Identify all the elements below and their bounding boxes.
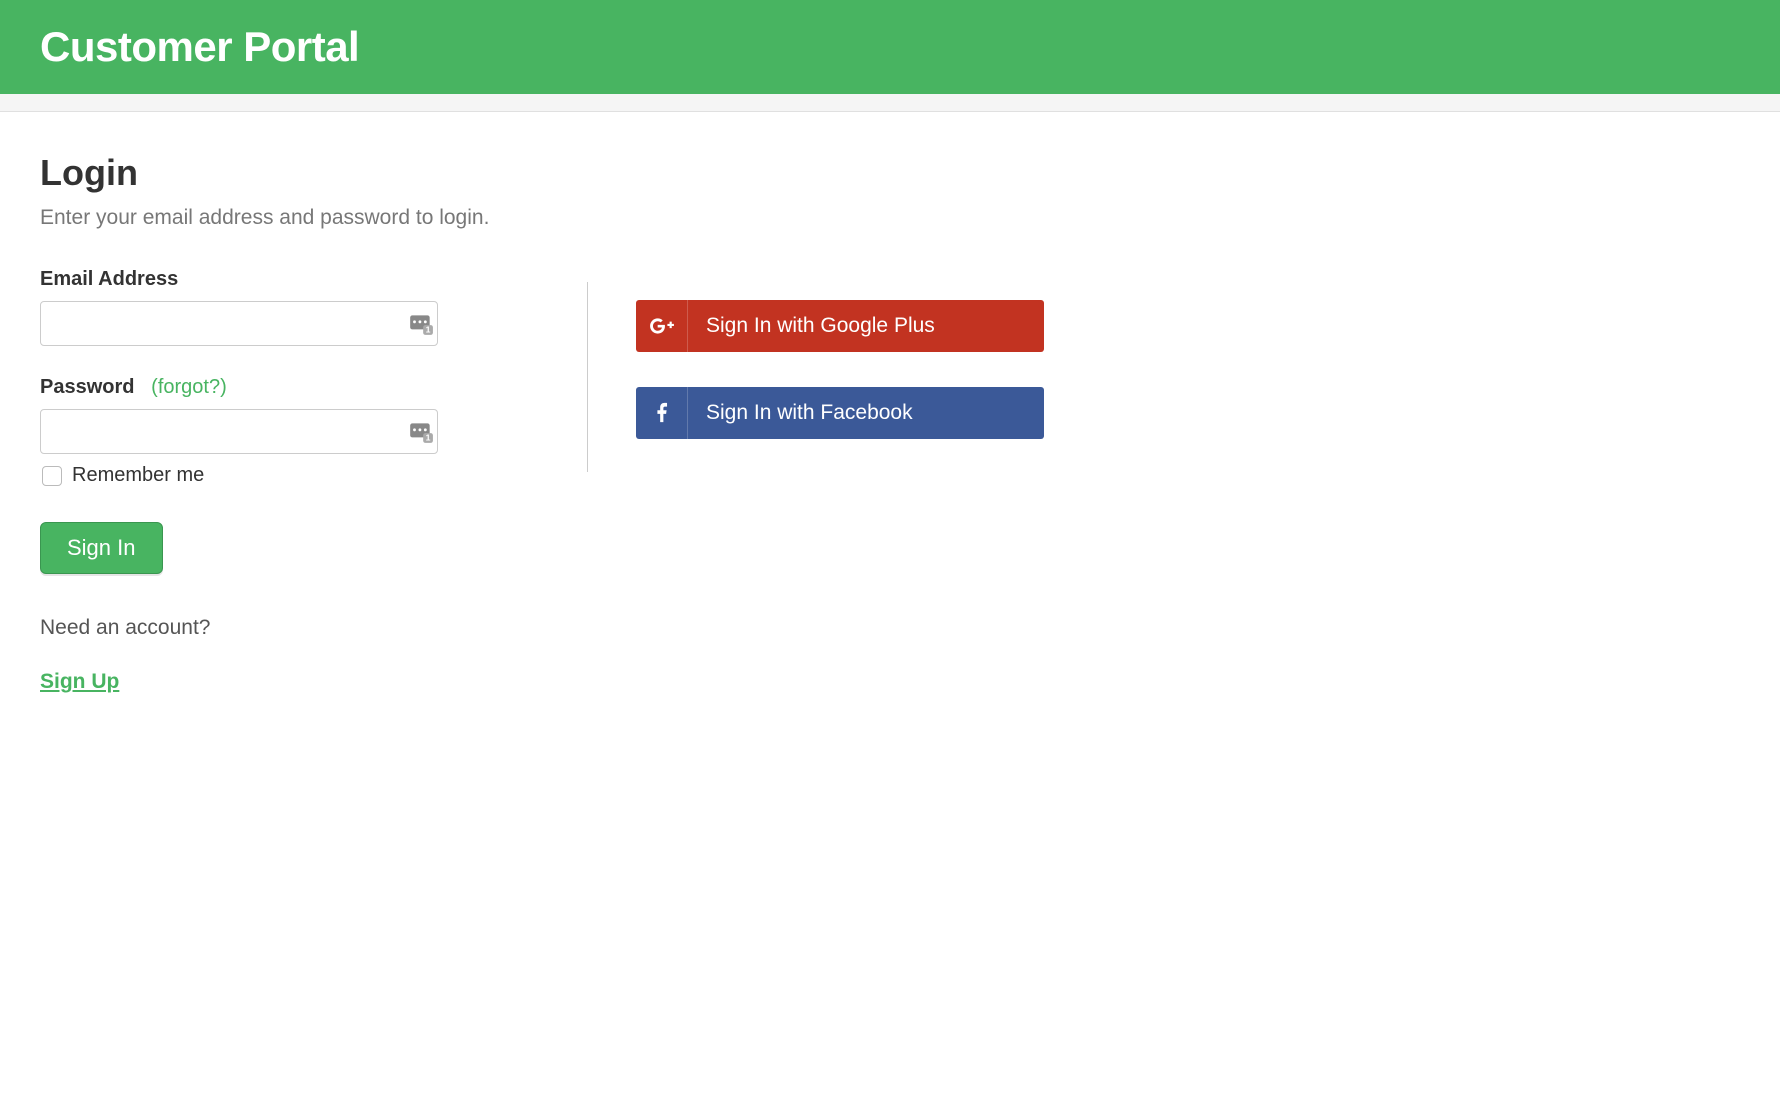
login-subtitle: Enter your email address and password to… xyxy=(40,206,539,230)
login-form-column: Login Enter your email address and passw… xyxy=(40,152,587,694)
facebook-icon xyxy=(636,387,688,439)
sub-band xyxy=(0,94,1780,112)
need-account-text: Need an account? xyxy=(40,616,539,640)
google-signin-label: Sign In with Google Plus xyxy=(688,314,1044,338)
signup-link[interactable]: Sign Up xyxy=(40,670,119,693)
header-bar: Customer Portal xyxy=(0,0,1780,94)
password-manager-icon: 1 xyxy=(408,311,434,337)
google-plus-icon xyxy=(636,300,688,352)
forgot-password-link[interactable]: (forgot?) xyxy=(151,376,227,398)
site-title: Customer Portal xyxy=(40,23,359,71)
password-input-wrapper: 1 xyxy=(40,409,539,454)
password-input[interactable] xyxy=(40,409,438,454)
email-label: Email Address xyxy=(40,268,539,291)
email-input[interactable] xyxy=(40,301,438,346)
email-input-wrapper: 1 xyxy=(40,301,539,346)
login-heading: Login xyxy=(40,152,539,194)
social-login-column: Sign In with Google Plus Sign In with Fa… xyxy=(588,152,1044,694)
main-content: Login Enter your email address and passw… xyxy=(0,112,1780,694)
signin-button[interactable]: Sign In xyxy=(40,522,163,574)
google-signin-button[interactable]: Sign In with Google Plus xyxy=(636,300,1044,352)
password-manager-icon: 1 xyxy=(408,419,434,445)
password-label-row: Password (forgot?) xyxy=(40,376,539,399)
svg-text:1: 1 xyxy=(426,432,431,442)
password-label: Password xyxy=(40,376,134,398)
svg-text:1: 1 xyxy=(426,324,431,334)
remember-me-label: Remember me xyxy=(72,464,204,487)
facebook-signin-label: Sign In with Facebook xyxy=(688,401,1044,425)
remember-me-row: Remember me xyxy=(40,464,539,487)
remember-me-checkbox[interactable] xyxy=(42,466,62,486)
facebook-signin-button[interactable]: Sign In with Facebook xyxy=(636,387,1044,439)
